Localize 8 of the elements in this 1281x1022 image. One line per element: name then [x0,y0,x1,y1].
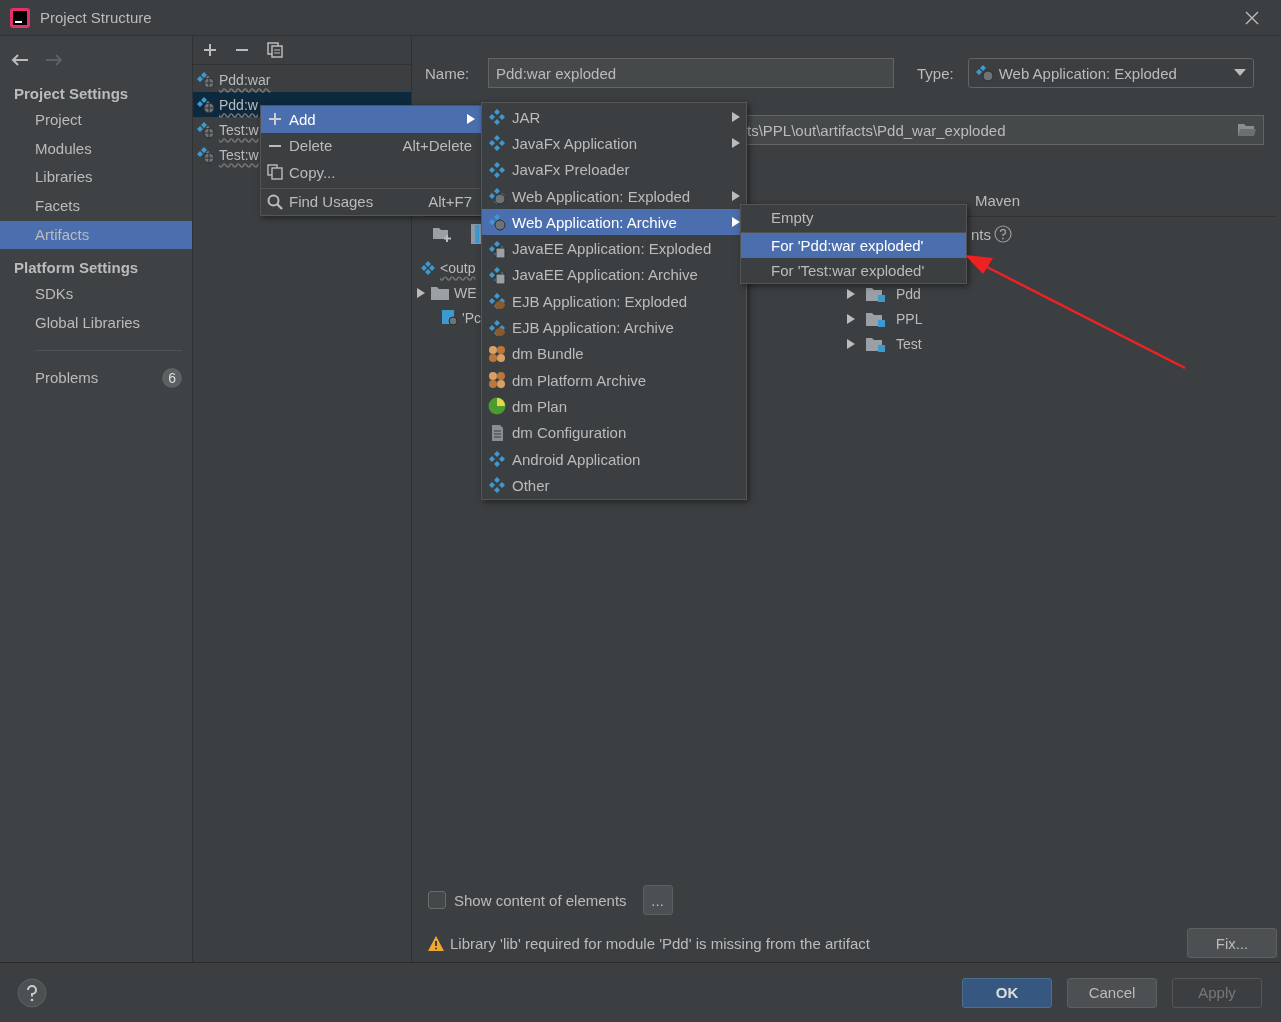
available-elements-label: nts [971,225,991,243]
window-title: Project Structure [40,9,152,26]
problems-count-badge: 6 [162,367,182,388]
name-label: Name: [425,64,471,82]
type-label: Type: [917,64,954,82]
warning-message: Library 'lib' required for module 'Pdd' is missing from the artifact [450,934,870,952]
section-header: Project Settings [13,84,130,104]
section-header: Platform Settings [13,258,140,279]
